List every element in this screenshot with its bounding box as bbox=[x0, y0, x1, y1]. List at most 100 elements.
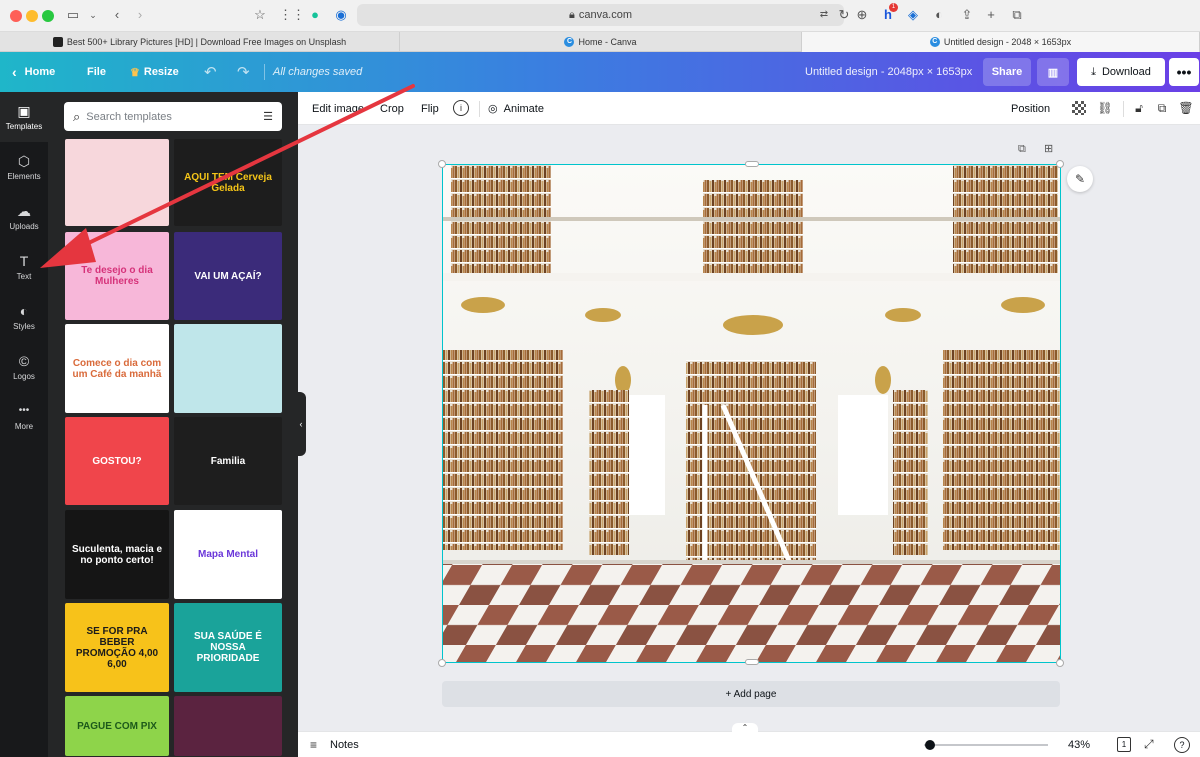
flip-button[interactable]: Flip bbox=[421, 92, 439, 125]
template-thumbnail[interactable]: SUA SAÚDE É NOSSA PRIORIDADE bbox=[174, 603, 282, 692]
minimize-window-icon[interactable] bbox=[26, 10, 38, 22]
rail-item-styles[interactable]: ◐ Styles bbox=[0, 292, 48, 342]
tab-untitled-design[interactable]: C Untitled design - 2048 × 1653px bbox=[802, 32, 1200, 52]
reload-icon[interactable]: ↻ bbox=[835, 6, 853, 24]
grammarly-icon[interactable]: ● bbox=[306, 6, 324, 24]
download-status-icon[interactable]: ⊕ bbox=[853, 6, 871, 24]
insights-button[interactable]: ▥ bbox=[1037, 58, 1069, 86]
search-templates-field[interactable]: ⌕ Search templates ☰ bbox=[64, 102, 282, 131]
resize-handle[interactable] bbox=[1056, 659, 1064, 667]
add-page-button[interactable]: + Add page bbox=[442, 681, 1060, 707]
chevron-up-icon[interactable]: ⌃ bbox=[732, 723, 758, 733]
back-icon[interactable]: ‹ bbox=[108, 6, 126, 24]
address-bar[interactable]: 🔒︎ canva.com bbox=[357, 4, 844, 26]
position-button[interactable]: Position bbox=[1011, 92, 1050, 125]
template-thumbnail[interactable]: Comece o dia com um Café da manhã bbox=[65, 324, 169, 413]
comment-icon[interactable]: ✎ bbox=[1067, 166, 1093, 192]
share-page-icon[interactable]: ⇪ bbox=[958, 6, 976, 24]
zoom-level[interactable]: 43% bbox=[1068, 739, 1090, 751]
lock-icon[interactable]: 🔓︎ bbox=[1131, 100, 1147, 116]
duplicate-page-icon[interactable]: ⧉ bbox=[1018, 143, 1026, 156]
redo-icon[interactable]: ↷ bbox=[237, 52, 250, 92]
resize-handle[interactable] bbox=[438, 160, 446, 168]
rail-item-logos[interactable]: © Logos bbox=[0, 342, 48, 392]
template-thumbnail[interactable]: Familia bbox=[174, 417, 282, 505]
template-thumbnail[interactable]: VAI UM AÇAÍ? bbox=[174, 232, 282, 320]
close-window-icon[interactable] bbox=[10, 10, 22, 22]
rail-item-text[interactable]: T Text bbox=[0, 242, 48, 292]
notes-button[interactable]: Notes bbox=[330, 739, 359, 751]
template-thumbnail-text: AQUI TEM Cerveja Gelada bbox=[184, 171, 272, 194]
template-thumbnail[interactable]: SE FOR PRA BEBER PROMOÇÃO 4,00 6,00 bbox=[65, 603, 169, 692]
more-options-button[interactable]: ••• bbox=[1169, 58, 1199, 86]
extension-icon[interactable]: ◈ bbox=[904, 6, 922, 24]
design-title[interactable]: Untitled design - 2048px × 1653px bbox=[805, 52, 972, 92]
duplicate-icon[interactable]: ⧉ bbox=[1154, 100, 1170, 116]
rail-item-templates[interactable]: ▣ Templates bbox=[0, 92, 48, 142]
tab-unsplash[interactable]: Best 500+ Library Pictures [HD] | Downlo… bbox=[0, 32, 400, 52]
info-icon[interactable]: i bbox=[453, 100, 469, 116]
forward-icon[interactable]: › bbox=[131, 6, 149, 24]
resize-handle[interactable] bbox=[438, 659, 446, 667]
template-thumbnail[interactable]: Suculenta, macia e no ponto certo! bbox=[65, 510, 169, 599]
shield-icon[interactable]: ◐ bbox=[930, 6, 948, 24]
help-icon[interactable]: ? bbox=[1174, 737, 1190, 753]
crop-button[interactable]: Crop bbox=[380, 92, 404, 125]
undo-icon[interactable]: ↶ bbox=[204, 52, 217, 92]
template-thumbnail[interactable]: PAGUE COM PIX bbox=[65, 696, 169, 756]
page-count-button[interactable]: 1 bbox=[1117, 737, 1131, 752]
search-input[interactable]: Search templates bbox=[86, 111, 263, 123]
resize-handle[interactable] bbox=[745, 659, 759, 665]
edit-image-button[interactable]: Edit image bbox=[312, 92, 364, 125]
share-button[interactable]: Share bbox=[983, 58, 1031, 86]
rail-label: Logos bbox=[13, 372, 35, 381]
filter-icon: ☰ bbox=[263, 111, 273, 123]
template-thumbnail[interactable] bbox=[65, 139, 169, 226]
add-page-icon[interactable]: ⊞ bbox=[1044, 142, 1053, 155]
chevron-left-icon: ‹ bbox=[12, 64, 17, 80]
password-manager-icon[interactable]: ◉ bbox=[332, 6, 350, 24]
zoom-window-icon[interactable] bbox=[42, 10, 54, 22]
tab-bar: Best 500+ Library Pictures [HD] | Downlo… bbox=[0, 32, 1200, 52]
text-icon: T bbox=[19, 253, 29, 269]
translate-icon[interactable]: ⇄ bbox=[815, 6, 833, 24]
rail-item-uploads[interactable]: ☁ Uploads bbox=[0, 192, 48, 242]
link-icon[interactable]: ⛓ bbox=[1097, 100, 1113, 116]
bookmark-star-icon[interactable]: ☆ bbox=[251, 6, 269, 24]
more-icon: ••• bbox=[18, 405, 30, 416]
resize-handle[interactable] bbox=[1056, 160, 1064, 168]
zoom-slider-thumb[interactable] bbox=[925, 740, 936, 750]
design-canvas[interactable] bbox=[442, 164, 1061, 663]
template-thumbnail[interactable]: Mapa Mental bbox=[174, 510, 282, 599]
rail-item-elements[interactable]: ⬡ Elements bbox=[0, 142, 48, 192]
divider bbox=[479, 101, 480, 117]
new-tab-icon[interactable]: + bbox=[982, 6, 1000, 24]
tab-canva-home[interactable]: C Home - Canva bbox=[400, 32, 802, 52]
template-thumbnail[interactable] bbox=[174, 696, 282, 756]
download-button[interactable]: ⤓ Download bbox=[1077, 58, 1165, 86]
rail-item-more[interactable]: ••• More bbox=[0, 392, 48, 442]
chevron-down-icon[interactable]: ⌄ bbox=[84, 6, 102, 24]
template-thumbnail[interactable]: GOSTOU? bbox=[65, 417, 169, 505]
home-button[interactable]: ‹ Home bbox=[12, 52, 55, 92]
trash-icon[interactable]: 🗑︎ bbox=[1178, 100, 1194, 116]
grid-icon[interactable]: ⋮⋮ bbox=[279, 6, 305, 24]
tab-overview-icon[interactable]: ⧉ bbox=[1008, 6, 1026, 24]
file-menu-button[interactable]: File bbox=[87, 52, 106, 92]
side-rail: ▣ Templates ⬡ Elements ☁ Uploads T Text … bbox=[0, 92, 48, 757]
template-thumbnail-text: GOSTOU? bbox=[92, 455, 142, 467]
template-thumbnail[interactable]: Te desejo o dia Mulheres bbox=[65, 232, 169, 320]
animate-button[interactable]: ◎ Animate bbox=[488, 92, 544, 125]
resize-handle[interactable] bbox=[745, 161, 759, 167]
transparency-icon[interactable] bbox=[1072, 101, 1086, 115]
template-thumbnail[interactable] bbox=[174, 324, 282, 413]
template-thumbnail-text: PAGUE COM PIX bbox=[77, 720, 157, 732]
zoom-slider[interactable] bbox=[924, 740, 1048, 750]
sidebar-toggle-icon[interactable]: ▭ bbox=[64, 6, 82, 24]
collapse-panel-handle[interactable]: ‹ bbox=[296, 392, 306, 456]
fullscreen-icon[interactable]: ⤢ bbox=[1144, 737, 1154, 752]
template-thumbnail[interactable]: AQUI TEM Cerveja Gelada bbox=[174, 139, 282, 226]
library-photo[interactable] bbox=[443, 165, 1061, 663]
template-thumbnail-text: VAI UM AÇAÍ? bbox=[194, 270, 262, 282]
resize-button[interactable]: ♛ Resize bbox=[130, 52, 179, 92]
